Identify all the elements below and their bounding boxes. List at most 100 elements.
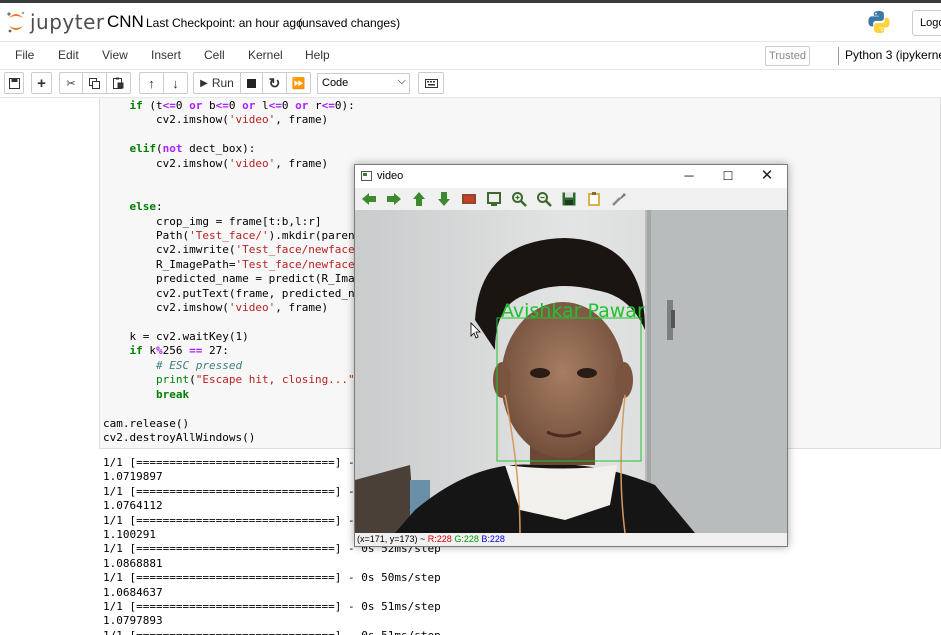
restart-button[interactable]: ↻ bbox=[263, 72, 287, 94]
paste-button[interactable] bbox=[107, 72, 131, 94]
menu-insert[interactable]: Insert bbox=[151, 48, 181, 62]
trusted-indicator[interactable]: Trusted bbox=[765, 46, 810, 66]
jupyter-logo[interactable]: jupyter bbox=[6, 9, 105, 35]
code-line: cv2.putText(frame, predicted_na bbox=[103, 286, 362, 300]
pan-left-icon[interactable] bbox=[361, 191, 377, 207]
notebook-header: jupyter CNN Last Checkpoint: an hour ago… bbox=[0, 3, 941, 39]
cv-status-red: R:228 bbox=[427, 534, 452, 544]
video-frame[interactable]: Avishkar Pawar bbox=[355, 210, 787, 533]
zoom-actual-icon[interactable] bbox=[486, 191, 502, 207]
window-app-icon bbox=[361, 171, 372, 181]
play-icon: ▶ bbox=[200, 77, 208, 89]
properties-icon[interactable] bbox=[611, 191, 627, 207]
move-down-button[interactable]: ↓ bbox=[164, 72, 188, 94]
code-line: cv2.imshow('video', frame) bbox=[103, 301, 329, 315]
kernel-name[interactable]: Python 3 (ipykernel) bbox=[845, 48, 941, 62]
interrupt-button[interactable] bbox=[241, 72, 263, 94]
copy-icon[interactable] bbox=[586, 191, 602, 207]
save-button[interactable] bbox=[4, 72, 24, 94]
code-editor[interactable]: if (t<=0 or b<=0 or l<=0 or r<=0): cv2.i… bbox=[103, 99, 361, 446]
cut-button[interactable]: ✂ bbox=[59, 72, 83, 94]
webcam-image: Avishkar Pawar bbox=[355, 210, 787, 533]
code-line: # ESC pressed bbox=[103, 358, 243, 372]
save-icon[interactable] bbox=[561, 191, 577, 207]
zoom-fit-icon[interactable] bbox=[461, 191, 477, 207]
chevron-down-icon: ⌵ bbox=[397, 75, 406, 87]
output-line: 1/1 [==============================] - 0… bbox=[103, 571, 441, 585]
stop-icon bbox=[247, 78, 256, 88]
scissors-icon: ✂ bbox=[66, 77, 76, 90]
menu-edit[interactable]: Edit bbox=[58, 48, 79, 62]
cv-window-titlebar[interactable]: video ─ ☐ ✕ bbox=[355, 165, 787, 188]
restart-icon: ↻ bbox=[268, 74, 281, 91]
menu-file[interactable]: File bbox=[15, 48, 34, 62]
menu-kernel[interactable]: Kernel bbox=[248, 48, 283, 62]
insert-cell-button[interactable]: + bbox=[31, 72, 52, 94]
code-line: Path('Test_face/').mkdir(parent bbox=[103, 228, 362, 242]
code-line: print("Escape hit, closing...") bbox=[155, 373, 361, 387]
run-button[interactable]: ▶ Run bbox=[193, 72, 241, 94]
maximize-icon[interactable]: ☐ bbox=[718, 167, 738, 185]
cell-type-value: Code bbox=[322, 77, 349, 89]
move-group: ↑ ↓ bbox=[139, 72, 188, 94]
output-line: 1.0797893 bbox=[103, 614, 163, 628]
pan-down-icon[interactable] bbox=[436, 191, 452, 207]
move-up-button[interactable]: ↑ bbox=[139, 72, 164, 94]
cv-window-title: video bbox=[377, 170, 404, 182]
output-line: 1.0684637 bbox=[103, 585, 163, 599]
restart-run-all-button[interactable]: ⏩ bbox=[287, 72, 311, 94]
paste-icon bbox=[113, 77, 124, 89]
code-line: break bbox=[155, 387, 190, 401]
notebook-name[interactable]: CNN bbox=[107, 12, 144, 32]
cell-type-select[interactable]: Code ⌵ bbox=[317, 73, 410, 94]
zoom-in-icon[interactable] bbox=[511, 191, 527, 207]
arrow-down-icon: ↓ bbox=[172, 75, 179, 91]
code-line: predicted_name = predict(R_Imag bbox=[103, 272, 362, 286]
output-line: 1.0868881 bbox=[103, 556, 163, 570]
minimize-icon[interactable]: ─ bbox=[679, 167, 699, 185]
code-line: cv2.imshow('video', frame) bbox=[103, 113, 329, 127]
keyboard-icon bbox=[424, 78, 438, 88]
code-line: k = cv2.waitKey(1) bbox=[103, 330, 249, 343]
code-line: cv2.destroyAllWindows() bbox=[103, 431, 256, 445]
cv-status-bar: (x=171, y=173) ~ R:228 G:228 B:228 bbox=[355, 533, 787, 546]
menu-help[interactable]: Help bbox=[305, 48, 330, 62]
zoom-out-icon[interactable] bbox=[536, 191, 552, 207]
opencv-video-window[interactable]: video ─ ☐ ✕ Avishkar Pawar (x=171, y=173… bbox=[354, 164, 788, 547]
plus-icon: + bbox=[37, 74, 46, 92]
code-line: cv2.imwrite('Test_face/newface. bbox=[103, 243, 362, 257]
code-line: R_ImagePath='Test_face/newface. bbox=[103, 257, 362, 271]
python-icon bbox=[868, 11, 890, 33]
clipboard-group: ✂ bbox=[59, 72, 131, 94]
cv-status-blue: B:228 bbox=[481, 534, 505, 544]
autosave-status: (unsaved changes) bbox=[298, 16, 401, 30]
code-line: if (t<=0 or b<=0 or l<=0 or r<=0): bbox=[129, 99, 355, 112]
close-icon[interactable]: ✕ bbox=[757, 167, 777, 185]
code-line: elif(not dect_box): bbox=[129, 142, 256, 156]
copy-button[interactable] bbox=[83, 72, 107, 94]
run-button-label: Run bbox=[211, 76, 234, 90]
jupyter-logo-text: jupyter bbox=[30, 10, 105, 34]
output-line: 1/1 [==============================] - 0… bbox=[103, 599, 441, 613]
floppy-icon bbox=[8, 77, 20, 89]
pan-up-icon[interactable] bbox=[411, 191, 427, 207]
checkpoint-status: Last Checkpoint: an hour ago bbox=[146, 16, 303, 30]
copy-icon bbox=[89, 77, 100, 89]
pan-right-icon[interactable] bbox=[386, 191, 402, 207]
menu-bar: File Edit View Insert Cell Kernel Help T… bbox=[0, 41, 941, 70]
fast-forward-icon: ⏩ bbox=[291, 77, 306, 90]
code-line: else: bbox=[129, 200, 163, 214]
code-line: cv2.imshow('video', frame) bbox=[103, 156, 329, 170]
kernel-separator bbox=[838, 47, 839, 65]
logout-button[interactable]: Logout bbox=[912, 10, 941, 36]
arrow-up-icon: ↑ bbox=[148, 75, 155, 91]
code-line: crop_img = frame[t:b,l:r] bbox=[103, 214, 322, 228]
menu-view[interactable]: View bbox=[102, 48, 128, 62]
menu-cell[interactable]: Cell bbox=[204, 48, 225, 62]
command-palette-button[interactable] bbox=[418, 72, 444, 94]
